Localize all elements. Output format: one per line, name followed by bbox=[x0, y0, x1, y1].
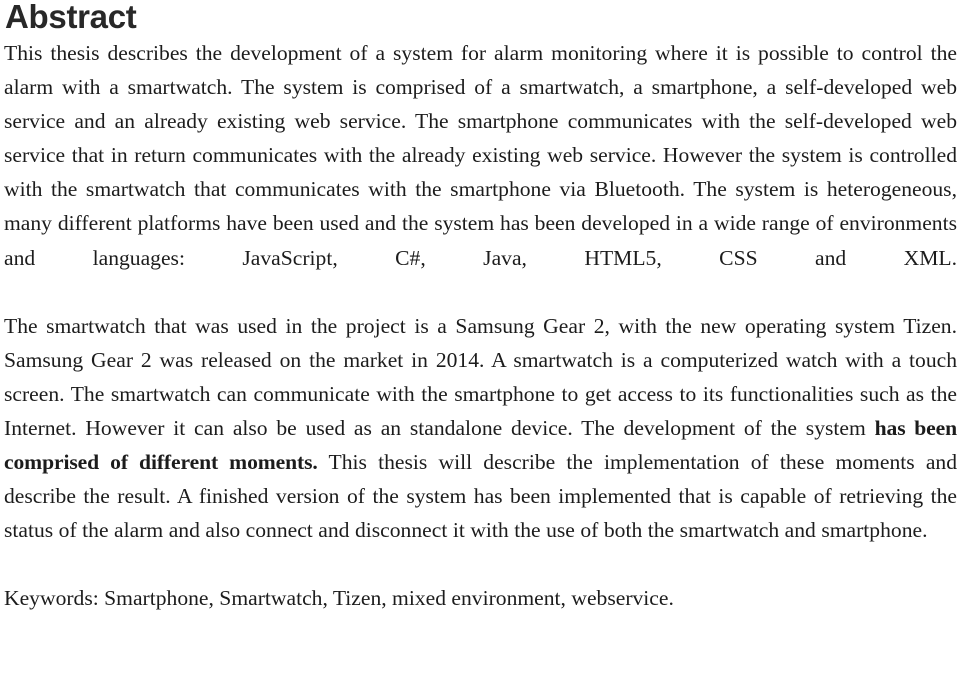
abstract-paragraph-1: This thesis describes the development of… bbox=[4, 41, 957, 270]
document-page: Abstract This thesis describes the devel… bbox=[0, 0, 960, 678]
paragraph-2-lead-text: The smartwatch that was used in the proj… bbox=[4, 313, 957, 441]
abstract-body: This thesis describes the development of… bbox=[4, 36, 957, 616]
abstract-paragraph-2: The smartwatch that was used in the proj… bbox=[4, 309, 957, 548]
page-title: Abstract bbox=[5, 0, 137, 35]
keywords-line: Keywords: Smartphone, Smartwatch, Tizen,… bbox=[4, 586, 674, 611]
